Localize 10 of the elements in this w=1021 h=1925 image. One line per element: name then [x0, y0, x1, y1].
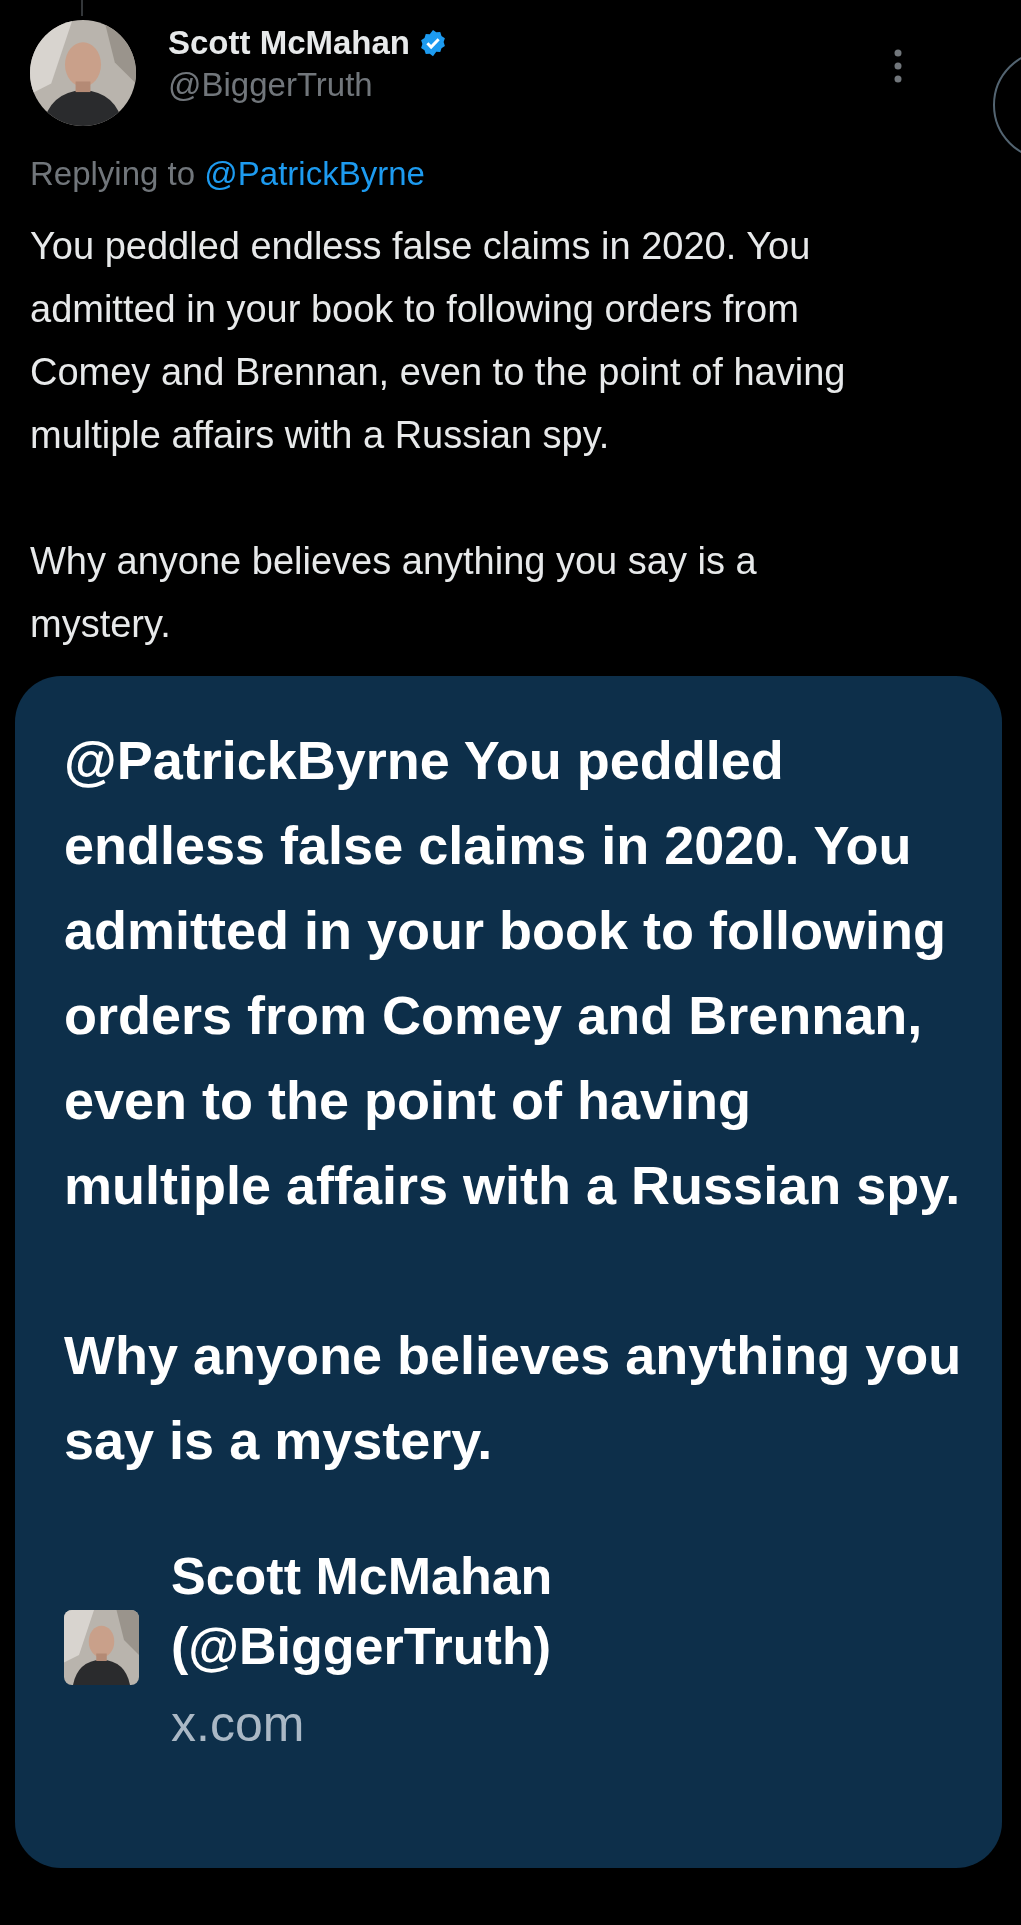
- author-name[interactable]: Scott McMahan: [168, 24, 411, 62]
- tweet-text: You peddled endless false claims in 2020. You admitted in your book to following orders from Comey and Brennan, even to the point of having multiple affairs with a Russian spy. Why anyone believes anything you say is a mystery.: [30, 224, 847, 647]
- replying-label: Replying to: [30, 155, 196, 192]
- more-icon[interactable]: [893, 48, 903, 84]
- message-text: @PatrickByrne You peddled endless false claims in 2020. You admitted in your book to following orders from Comey and Brennan, even to the point of having multiple affairs with a Russian spy. Why anyone believes anything you say is a mystery.: [64, 729, 962, 1472]
- link-preview-domain[interactable]: x.com: [171, 1695, 691, 1753]
- author-handle[interactable]: @BiggerTruth: [168, 66, 373, 104]
- thread-line: [81, 0, 83, 16]
- link-preview-title[interactable]: Scott McMahan (@BiggerTruth): [171, 1541, 691, 1681]
- mention-link[interactable]: @PatrickByrne: [204, 155, 425, 192]
